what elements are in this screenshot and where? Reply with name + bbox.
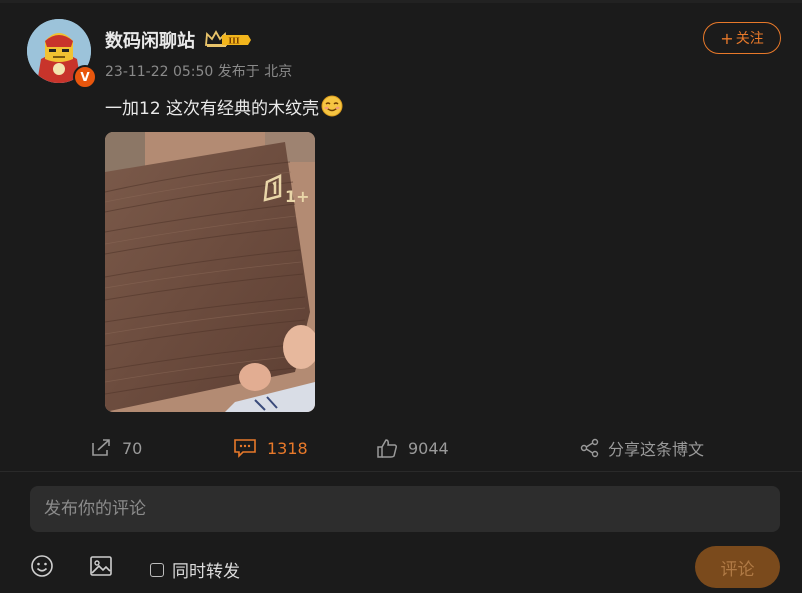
photo-logo: 1+ (285, 187, 310, 206)
plus-icon: + (720, 28, 734, 48)
follow-label: 关注 (735, 31, 764, 47)
checkbox-icon[interactable] (150, 562, 164, 577)
comment-input[interactable] (30, 486, 780, 532)
submit-comment-button[interactable]: 评论 (695, 546, 780, 588)
level-badge-text: III (228, 36, 239, 46)
username[interactable]: 数码闲聊站 (105, 27, 195, 53)
like-button[interactable]: 9044 (376, 428, 449, 468)
section-divider (0, 471, 802, 472)
post-meta: 23-11-22 05:50 发布于 北京 (105, 64, 293, 80)
crown-icon: III (205, 30, 251, 47)
repost-option-label: 同时转发 (172, 562, 240, 582)
repost-option[interactable]: 同时转发 (150, 557, 240, 582)
post-text: 一加12 这次有经典的木纹壳 (105, 94, 343, 119)
share-icon (580, 438, 599, 458)
share-button[interactable]: 分享这条博文 (580, 428, 704, 468)
comment-icon (234, 439, 256, 458)
like-icon (377, 439, 398, 458)
repost-button[interactable]: 70 (90, 428, 142, 468)
like-count: 9044 (408, 438, 449, 458)
repost-count: 70 (122, 438, 143, 458)
action-bar: 70 1318 9044 分享这条博文 (0, 428, 802, 468)
follow-button[interactable]: + 关注 (703, 22, 781, 54)
verified-v-icon: V (73, 65, 97, 89)
wood-phone-case-image: 1+ (105, 132, 315, 412)
smile-emoji-icon (321, 95, 343, 117)
image-icon[interactable] (89, 554, 113, 578)
share-label: 分享这条博文 (608, 440, 705, 459)
comment-button[interactable]: 1318 (233, 428, 308, 468)
repost-icon (92, 439, 110, 456)
post-photo[interactable]: 1+ (105, 132, 315, 412)
submit-label: 评论 (720, 559, 755, 580)
post-text-content: 一加12 这次有经典的木纹壳 (105, 99, 320, 119)
emoji-icon[interactable] (30, 554, 54, 578)
comment-count: 1318 (267, 438, 308, 458)
